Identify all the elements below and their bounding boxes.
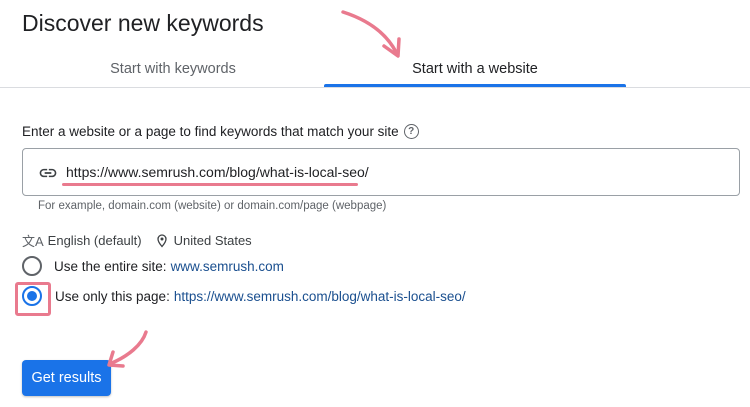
radio-label-entire-site: Use the entire site: bbox=[54, 258, 167, 274]
radio-button-entire-site[interactable] bbox=[22, 256, 42, 276]
page-title: Discover new keywords bbox=[22, 10, 264, 36]
url-prompt-label: Enter a website or a page to find keywor… bbox=[22, 124, 399, 139]
url-annotation-underline bbox=[62, 183, 358, 186]
radio-option-this-page[interactable]: Use only this page: https://www.semrush.… bbox=[22, 286, 466, 306]
translate-icon: 文A bbox=[22, 234, 44, 249]
help-icon[interactable]: ? bbox=[403, 124, 419, 139]
get-results-button[interactable]: Get results bbox=[22, 360, 111, 396]
tab-start-with-keywords[interactable]: Start with keywords bbox=[22, 50, 324, 88]
url-hint: For example, domain.com (website) or dom… bbox=[38, 200, 387, 212]
radio-label-this-page: Use only this page: bbox=[55, 288, 170, 304]
language-label[interactable]: English (default) bbox=[48, 233, 142, 248]
url-input[interactable]: https://www.semrush.com/blog/what-is-loc… bbox=[22, 148, 740, 196]
url-input-value[interactable]: https://www.semrush.com/blog/what-is-loc… bbox=[66, 164, 369, 180]
radio-option-entire-site[interactable]: Use the entire site: www.semrush.com bbox=[22, 256, 284, 276]
entire-site-url: www.semrush.com bbox=[170, 258, 284, 274]
tab-start-with-website[interactable]: Start with a website bbox=[324, 50, 626, 88]
active-tab-indicator bbox=[324, 84, 626, 87]
location-label[interactable]: United States bbox=[174, 233, 252, 248]
url-prompt: Enter a website or a page to find keywor… bbox=[22, 124, 419, 139]
location-pin-icon bbox=[156, 233, 167, 247]
arrow-to-get-results bbox=[107, 330, 148, 368]
link-icon bbox=[39, 168, 57, 178]
locale-settings[interactable]: 文A English (default) United States bbox=[22, 231, 252, 250]
this-page-url: https://www.semrush.com/blog/what-is-loc… bbox=[173, 288, 466, 304]
radio-button-this-page[interactable] bbox=[22, 286, 42, 306]
tab-bar: Start with keywords Start with a website bbox=[0, 50, 750, 88]
